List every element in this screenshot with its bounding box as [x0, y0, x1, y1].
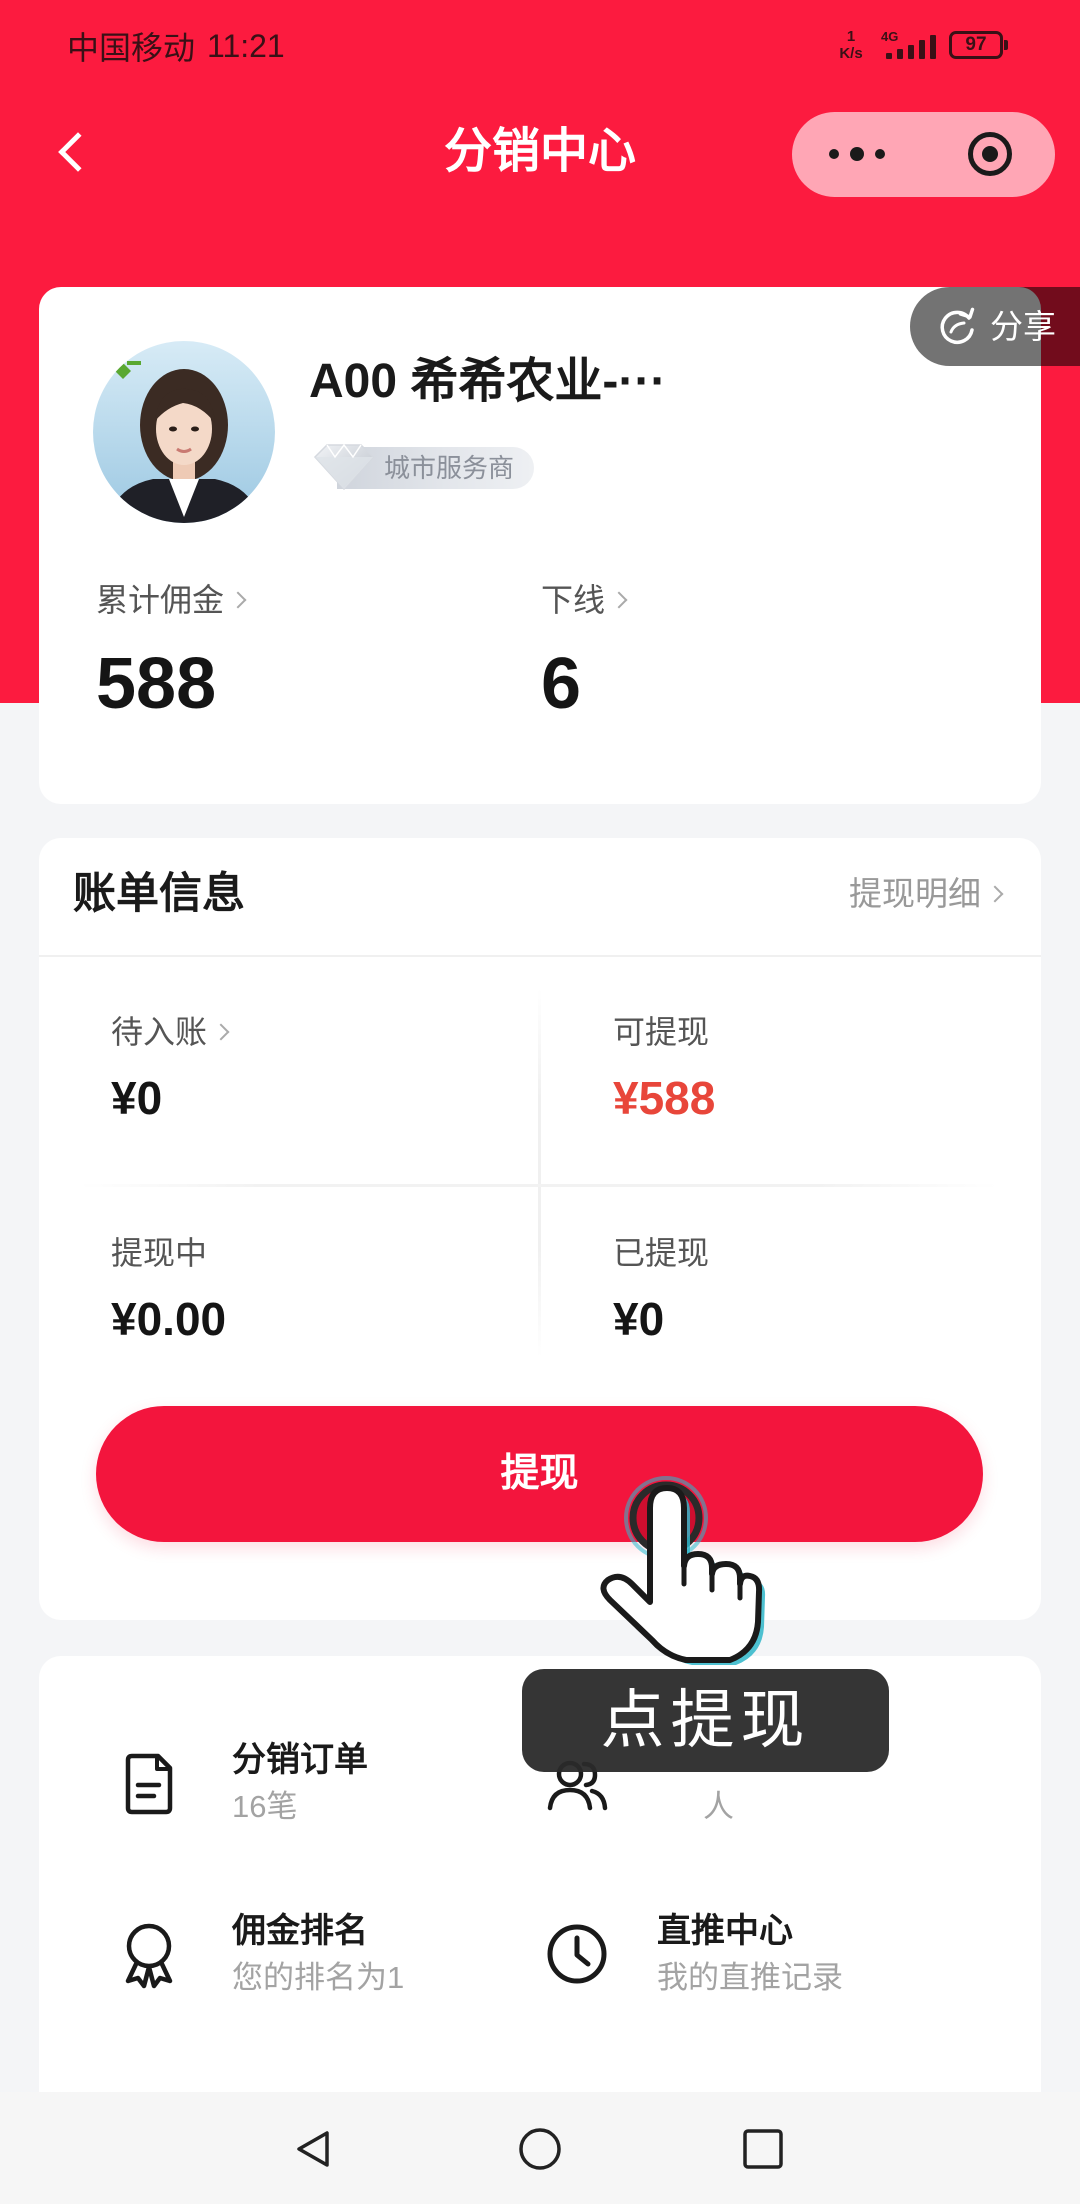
clock-icon [547, 1924, 607, 1984]
clock-time: 11:21 [207, 27, 285, 64]
downline-value: 6 [541, 644, 582, 724]
status-indicators: 1 K/s 4G 97 [835, 24, 1015, 68]
battery-icon: 97 [949, 31, 1003, 59]
battery-nub [1004, 40, 1008, 50]
menu-title-ranking: 佣金排名 [232, 1912, 368, 1950]
badge-label: 城市服务商 [384, 453, 515, 483]
divider [39, 955, 1041, 957]
menu-subtitle-direct: 我的直推记录 [657, 1960, 843, 1995]
grid-divider-vertical [538, 988, 541, 1358]
signal-icon [886, 35, 940, 59]
net-speed-value: 1 [846, 28, 856, 45]
menu-subtitle-team: 人 [703, 1789, 734, 1824]
avatar-image [93, 341, 275, 523]
distributor-name: A00 希希农业-··· [309, 355, 667, 408]
withdrawable-value: ¥588 [613, 1072, 716, 1124]
award-icon [125, 1923, 173, 1989]
grid-divider-horizontal [79, 1184, 999, 1187]
bill-card: 账单信息 提现明细 待入账 ¥0 可提现 ¥588 提现中 ¥0.00 已提现 … [39, 838, 1041, 1620]
share-button[interactable]: 分享 [910, 287, 1080, 366]
recents-square-icon[interactable] [740, 2126, 786, 2172]
share-label: 分享 [990, 308, 1056, 345]
system-nav-bar [0, 2092, 1080, 2204]
pending-label: 待入账 [111, 1014, 208, 1050]
pending-value: ¥0 [111, 1072, 163, 1124]
net-speed-unit: K/s [839, 45, 863, 62]
carrier-time: 中国移动 11:21 [67, 24, 285, 68]
chevron-right-icon [212, 1023, 230, 1041]
downline-label: 下线 [541, 582, 606, 618]
menu-subtitle-orders: 16笔 [232, 1789, 298, 1824]
chevron-right-icon [986, 885, 1004, 903]
back-triangle-icon[interactable] [291, 2126, 337, 2172]
withdraw-detail-label: 提现明细 [849, 875, 981, 912]
withdrawable-label: 可提现 [613, 1014, 710, 1050]
chevron-right-icon [229, 591, 247, 609]
withdrawing-label: 提现中 [111, 1235, 208, 1271]
menu-title-direct: 直推中心 [657, 1912, 793, 1950]
bill-title: 账单信息 [73, 870, 245, 918]
status-bar: 中国移动 11:21 1 K/s 4G 97 [0, 0, 1080, 91]
target-circle-icon[interactable] [968, 132, 1012, 176]
diamond-icon [313, 443, 375, 491]
guide-tooltip: 点提现 [522, 1669, 889, 1772]
menu-item-ranking[interactable]: 佣金排名 您的排名为1 [99, 1907, 519, 2017]
hand-pointer-icon [600, 1476, 766, 1665]
profile-card: A00 希希农业-··· 城市服务商 累计佣金 588 下线 6 [39, 287, 1041, 804]
menu-item-orders[interactable]: 分销订单 16笔 [99, 1736, 519, 1846]
chevron-right-icon [610, 591, 628, 609]
withdrawing-value: ¥0.00 [111, 1293, 227, 1345]
withdrawn-label: 已提现 [613, 1235, 710, 1271]
more-dots-icon[interactable] [816, 130, 896, 178]
miniprogram-capsule [792, 112, 1055, 197]
total-commission-label: 累计佣金 [96, 582, 225, 618]
withdrawable-amount: 可提现 ¥588 [613, 1012, 993, 1126]
net-speed: 1 K/s [835, 28, 867, 62]
menu-title-orders: 分销订单 [232, 1741, 368, 1779]
total-commission-value: 588 [96, 644, 217, 724]
document-icon [125, 1753, 173, 1815]
menu-subtitle-ranking: 您的排名为1 [232, 1960, 405, 1995]
withdrawing-amount: 提现中 ¥0.00 [111, 1233, 491, 1347]
withdrawn-amount: 已提现 ¥0 [613, 1233, 993, 1347]
menu-item-direct[interactable]: 直推中心 我的直推记录 [527, 1907, 947, 2017]
pending-amount[interactable]: 待入账 ¥0 [111, 1012, 491, 1126]
withdraw-detail-link[interactable]: 提现明细 [849, 874, 1004, 914]
withdrawn-value: ¥0 [613, 1293, 665, 1345]
level-badge: 城市服务商 [309, 439, 534, 493]
avatar[interactable] [93, 341, 275, 523]
withdraw-button[interactable]: 提现 [96, 1406, 983, 1542]
carrier-name: 中国移动 [67, 30, 196, 66]
share-refresh-icon [940, 307, 975, 345]
total-commission[interactable]: 累计佣金 588 [96, 580, 247, 726]
downline[interactable]: 下线 6 [541, 580, 628, 726]
home-circle-icon[interactable] [517, 2126, 563, 2172]
